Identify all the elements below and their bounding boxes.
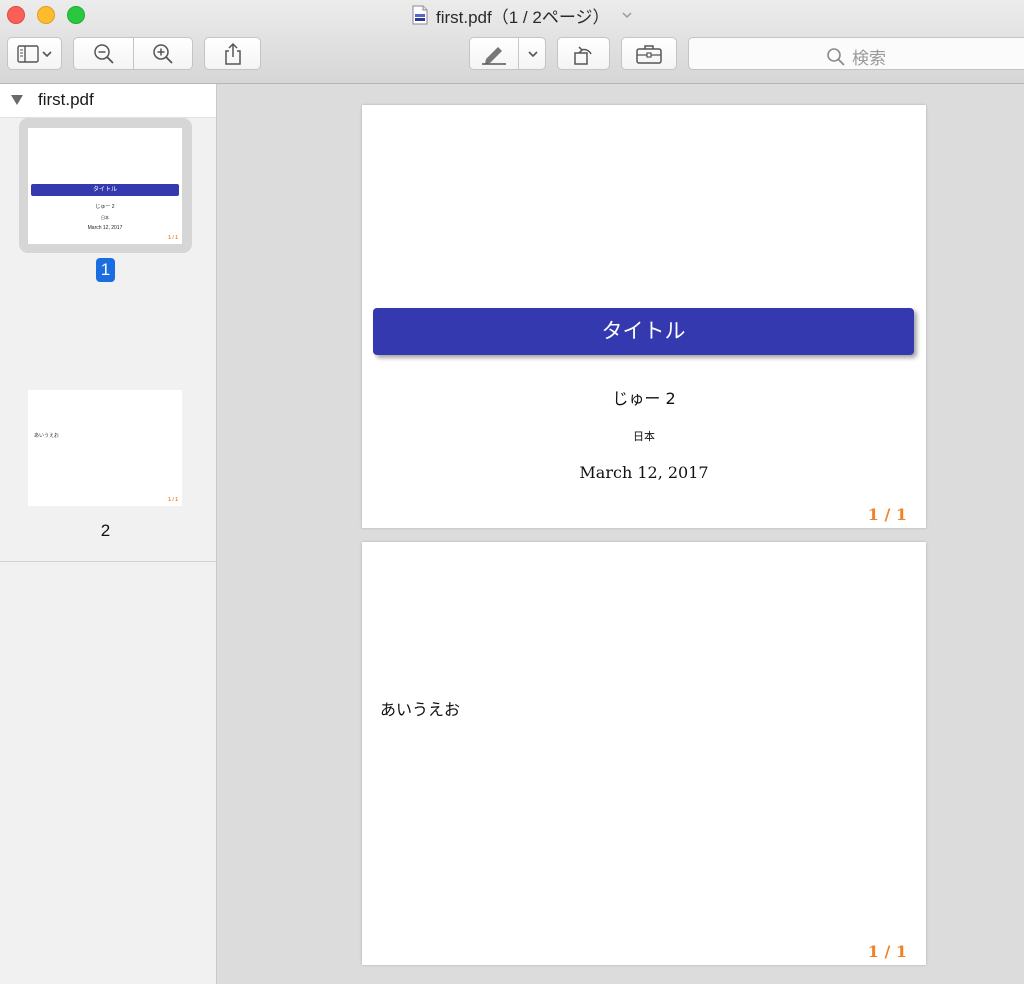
window-title[interactable]: first.pdf（1 / 2ページ）: [412, 4, 633, 27]
thumbnail-body-text: あいうえお: [34, 433, 60, 439]
pdf-document-icon: [412, 5, 428, 25]
search-field[interactable]: 検索: [688, 37, 1024, 70]
rotate-button[interactable]: [557, 37, 610, 70]
thumbnail-institute: 日本: [101, 215, 109, 220]
slide-body-text: あいうえお: [380, 700, 461, 719]
zoom-out-icon: [93, 43, 114, 64]
sidebar-toggle-button[interactable]: [7, 37, 62, 70]
markup-pen-icon: [482, 47, 506, 65]
search-placeholder: 検索: [852, 49, 886, 68]
sidebar-file-header[interactable]: first.pdf: [0, 84, 216, 118]
thumbnail-page-number: 1 / 1: [168, 235, 178, 241]
sidebar-file-name: first.pdf: [38, 90, 94, 109]
zoom-in-button[interactable]: [133, 37, 193, 70]
slide-page-number: 1 / 1: [867, 942, 907, 961]
window-title-text: first.pdf（1 / 2ページ）: [436, 7, 610, 27]
zoom-out-button[interactable]: [73, 37, 134, 70]
share-icon: [224, 42, 241, 65]
document-page-2[interactable]: あいうえお 1 / 1: [362, 542, 926, 965]
thumbnail-page-number: 1 / 1: [168, 497, 178, 503]
sidebar-toggle-icon: [16, 44, 52, 63]
window-toolbar: first.pdf（1 / 2ページ） 検索: [0, 0, 1024, 84]
zoom-in-icon: [153, 43, 173, 64]
rotate-icon: [573, 45, 592, 65]
chevron-down-icon[interactable]: [526, 48, 540, 60]
thumbnail-label-1[interactable]: 1: [96, 258, 115, 282]
page-thumbnail-2[interactable]: あいうえお 1 / 1: [28, 390, 182, 506]
search-icon: [827, 47, 845, 66]
slide-institute: 日本: [633, 430, 655, 443]
disclosure-triangle-icon[interactable]: [10, 94, 24, 106]
thumbnail-label-2[interactable]: 2: [96, 521, 115, 541]
maximize-window-button[interactable]: [67, 6, 85, 24]
markup-button[interactable]: [469, 37, 546, 70]
thumbnail-title-bar: タイトル: [31, 184, 179, 196]
document-page-1[interactable]: タイトル じゅー 2 日本 March 12, 2017 1 / 1: [362, 105, 926, 528]
page-thumbnail-1[interactable]: タイトル じゅー 2 日本 March 12, 2017 1 / 1: [28, 128, 182, 244]
toolbox-button[interactable]: [621, 37, 677, 70]
toolbox-icon: [636, 44, 662, 64]
slide-date: March 12, 2017: [579, 463, 709, 482]
minimize-window-button[interactable]: [37, 6, 55, 24]
thumbnail-date: March 12, 2017: [87, 225, 123, 231]
thumbnail-author: じゅー 2: [95, 204, 115, 210]
slide-title: タイトル: [373, 308, 914, 355]
slide-page-number: 1 / 1: [867, 505, 907, 524]
share-button[interactable]: [204, 37, 261, 70]
chevron-down-icon[interactable]: [621, 9, 633, 21]
slide-author: じゅー 2: [612, 389, 676, 408]
close-window-button[interactable]: [7, 6, 25, 24]
